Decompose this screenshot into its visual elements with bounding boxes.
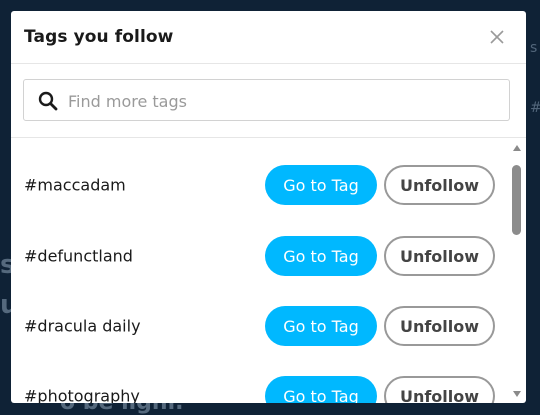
unfollow-button[interactable]: Unfollow	[384, 376, 495, 403]
tag-row: #maccadam Go to Tag Unfollow	[11, 150, 509, 220]
scroll-down-arrow-icon[interactable]	[513, 391, 521, 397]
tag-name[interactable]: #maccadam	[24, 176, 126, 195]
tag-name[interactable]: #dracula daily	[24, 317, 141, 336]
search-box	[23, 79, 510, 122]
tags-you-follow-modal: Tags you follow #maccadam Go to Tag Unfo…	[11, 11, 526, 403]
go-to-tag-button[interactable]: Go to Tag	[265, 236, 377, 276]
unfollow-button[interactable]: Unfollow	[384, 306, 495, 346]
scroll-thumb[interactable]	[512, 165, 521, 235]
search-input[interactable]	[66, 80, 500, 122]
modal-title: Tags you follow	[24, 27, 174, 47]
followed-tags-list: #maccadam Go to Tag Unfollow #defunctlan…	[11, 138, 509, 403]
tag-row: #dracula daily Go to Tag Unfollow	[11, 291, 509, 361]
modal-header: Tags you follow	[11, 11, 526, 64]
unfollow-button[interactable]: Unfollow	[384, 236, 495, 276]
tag-name[interactable]: #defunctland	[24, 247, 133, 266]
background-text: s	[530, 40, 538, 56]
go-to-tag-button[interactable]: Go to Tag	[265, 306, 377, 346]
go-to-tag-button[interactable]: Go to Tag	[265, 165, 377, 205]
tag-name[interactable]: #photography	[24, 387, 140, 404]
background-text: #	[530, 100, 540, 116]
close-icon[interactable]	[488, 28, 506, 46]
go-to-tag-button[interactable]: Go to Tag	[265, 376, 377, 403]
unfollow-button[interactable]: Unfollow	[384, 165, 495, 205]
tag-row: #defunctland Go to Tag Unfollow	[11, 221, 509, 291]
scroll-up-arrow-icon[interactable]	[513, 145, 521, 151]
search-icon	[38, 91, 58, 111]
tag-row: #photography Go to Tag Unfollow	[11, 361, 509, 403]
list-scrollbar[interactable]	[509, 141, 526, 403]
